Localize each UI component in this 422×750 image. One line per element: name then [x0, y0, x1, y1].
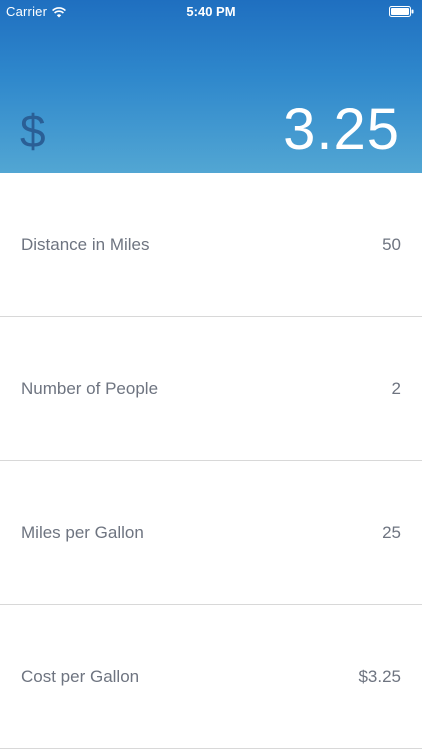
people-label: Number of People	[21, 379, 159, 398]
status-time: 5:40 PM	[186, 4, 236, 19]
cost-per-gallon-row[interactable]: Cost per Gallon $3.25	[0, 605, 422, 749]
mpg-label: Miles per Gallon	[21, 523, 144, 542]
input-list: Distance in Miles 50 Number of People 2 …	[0, 173, 422, 749]
distance-value[interactable]: 50	[382, 235, 401, 255]
mpg-row[interactable]: Miles per Gallon 25	[0, 461, 422, 605]
battery-icon	[389, 5, 414, 17]
status-bar: Carrier 5:40 PM	[0, 0, 422, 22]
cost-per-gallon-value[interactable]: $3.25	[358, 667, 401, 687]
people-value[interactable]: 2	[392, 379, 401, 399]
people-row[interactable]: Number of People 2	[0, 317, 422, 461]
distance-label: Distance in Miles	[21, 235, 150, 254]
cost-per-gallon-label: Cost per Gallon	[21, 667, 140, 686]
distance-row[interactable]: Distance in Miles 50	[0, 173, 422, 317]
currency-symbol: $	[20, 105, 46, 157]
header: Carrier 5:40 PM $ 3.25	[0, 0, 422, 173]
mpg-value[interactable]: 25	[382, 523, 401, 543]
cost-per-person-total: 3.25	[283, 97, 400, 162]
